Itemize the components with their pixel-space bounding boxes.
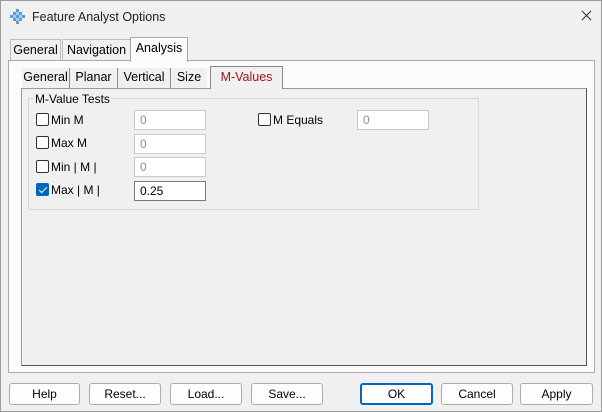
title-bar[interactable]: Feature Analyst Options: [1, 1, 601, 32]
save-button[interactable]: Save...: [251, 383, 323, 405]
min-abs-m-field[interactable]: [134, 157, 206, 177]
subtab-planar[interactable]: Planar: [70, 68, 118, 88]
min-m-checkbox[interactable]: [36, 113, 49, 126]
tab-analysis[interactable]: Analysis: [130, 37, 188, 62]
group-title: M-Value Tests: [34, 92, 111, 106]
min-abs-m-label[interactable]: Min | M |: [51, 160, 97, 174]
m-equals-label[interactable]: M Equals: [273, 113, 323, 127]
cancel-button[interactable]: Cancel: [441, 383, 513, 405]
tab-navigation[interactable]: Navigation: [62, 39, 131, 61]
subtab-vertical[interactable]: Vertical: [118, 68, 171, 88]
load-button[interactable]: Load...: [170, 383, 242, 405]
min-m-field[interactable]: [134, 110, 206, 130]
help-button[interactable]: Help: [9, 383, 80, 405]
reset-button[interactable]: Reset...: [89, 383, 161, 405]
max-abs-m-field[interactable]: [134, 181, 206, 201]
tab-general[interactable]: General: [10, 39, 61, 61]
min-m-label[interactable]: Min M: [51, 113, 84, 127]
max-m-field[interactable]: [134, 134, 206, 154]
max-abs-m-checkbox[interactable]: [36, 183, 49, 196]
subtab-size[interactable]: Size: [171, 68, 207, 88]
max-m-label[interactable]: Max M: [51, 136, 87, 150]
subtab-m-values[interactable]: M-Values: [210, 66, 283, 89]
window-title: Feature Analyst Options: [32, 10, 166, 24]
ok-button[interactable]: OK: [360, 383, 433, 405]
max-m-checkbox[interactable]: [36, 136, 49, 149]
min-abs-m-checkbox[interactable]: [36, 160, 49, 173]
subtab-general[interactable]: General: [22, 68, 70, 88]
options-dialog: Feature Analyst Options General Navigati…: [0, 0, 602, 412]
close-icon[interactable]: [575, 5, 599, 27]
m-equals-field[interactable]: [357, 110, 429, 130]
apply-button[interactable]: Apply: [520, 383, 593, 405]
m-equals-checkbox[interactable]: [258, 113, 271, 126]
feature-analyst-app-icon: [10, 9, 25, 24]
max-abs-m-label[interactable]: Max | M |: [51, 183, 100, 197]
